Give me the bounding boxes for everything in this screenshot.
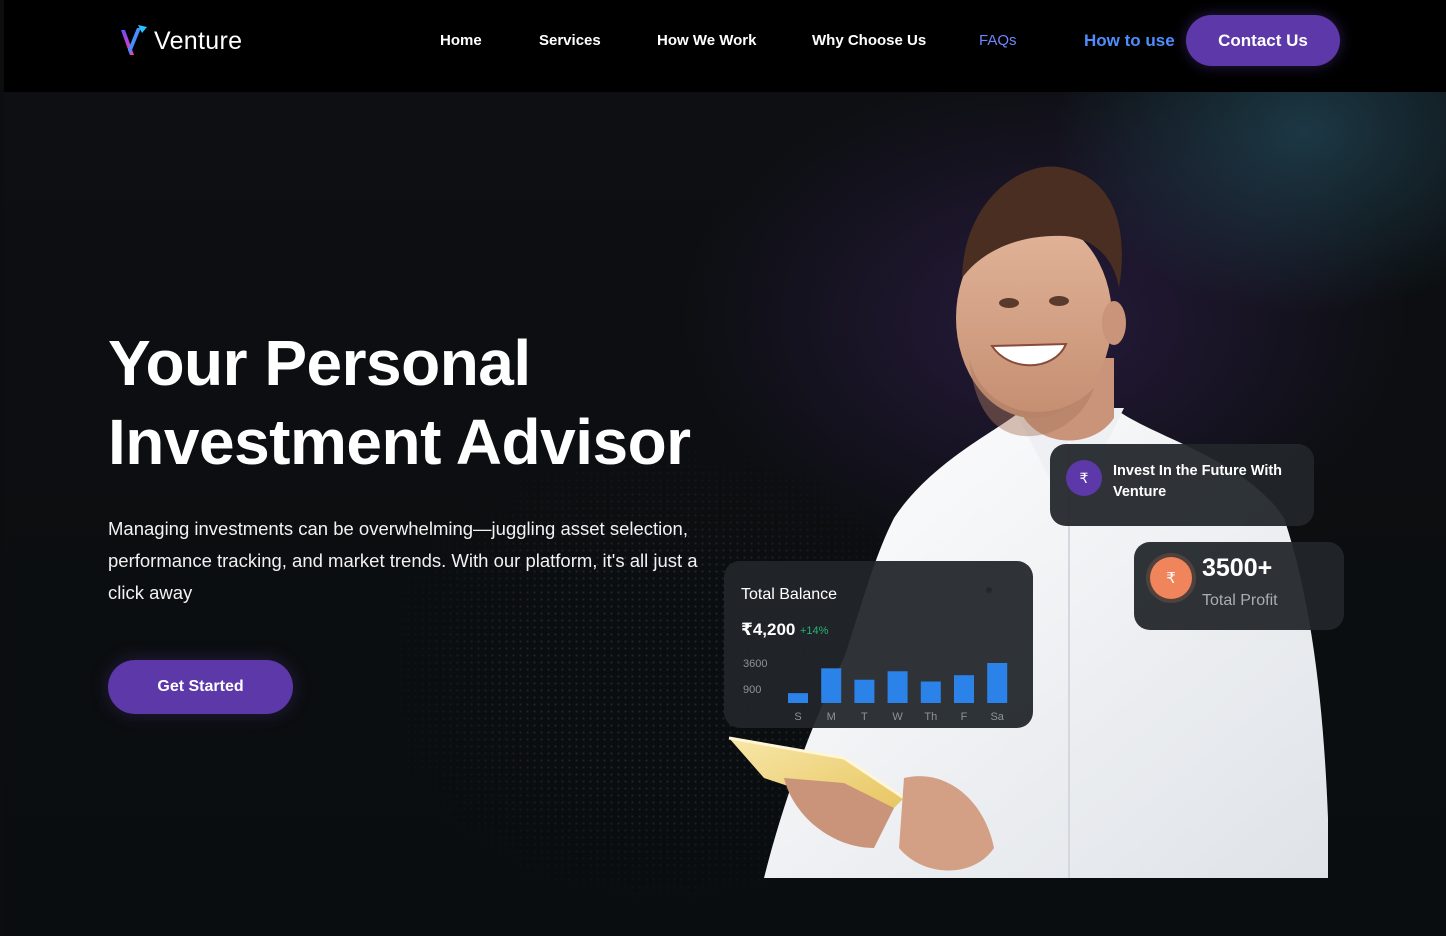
headline-line-1: Your Personal (108, 327, 531, 399)
weekly-bar-chart: 3600 900 S M T W Th F Sa (743, 658, 1008, 723)
nav-home[interactable]: Home (440, 32, 482, 49)
bar-F (954, 675, 974, 703)
nav-how-to-use[interactable]: How to use (1084, 31, 1175, 51)
bar-W (887, 671, 908, 703)
invest-future-card: ₹ Invest In the Future With Venture (1050, 444, 1314, 526)
nav-faqs[interactable]: FAQs (979, 32, 1017, 49)
x-tick-label: W (892, 711, 903, 723)
profit-value: 3500+ (1202, 554, 1273, 582)
nav-services[interactable]: Services (539, 32, 601, 49)
bar-T (854, 679, 875, 703)
x-tick-label: F (961, 711, 968, 723)
bar-Th (920, 681, 941, 703)
x-tick-label: T (861, 711, 868, 723)
nav-how-we-work[interactable]: How We Work (657, 32, 756, 49)
hero-headline: Your Personal Investment Advisor (108, 324, 691, 482)
profit-label: Total Profit (1202, 592, 1278, 609)
headline-line-2: Investment Advisor (108, 406, 691, 478)
x-tick-label: M (827, 711, 836, 723)
bar-Sa (987, 663, 1008, 703)
hero-section: Your Personal Investment Advisor Managin… (4, 92, 1446, 936)
rupee-icon: ₹ (1150, 557, 1192, 599)
rupee-icon: ₹ (1066, 460, 1102, 496)
x-tick-label: Th (924, 711, 937, 723)
hero-description: Managing investments can be overwhelming… (108, 518, 698, 603)
total-profit-card: ₹ 3500+ Total Profit (1134, 542, 1344, 630)
total-balance-card: Total Balance ₹4,200 +14% 3600 900 S M T W Th F… (724, 561, 1033, 728)
brand-name: Venture (154, 26, 243, 55)
bar-M (821, 668, 842, 703)
top-nav: Venture Home Services How We Work Why Ch… (4, 0, 1446, 92)
x-tick-label: Sa (990, 711, 1004, 723)
x-tick-label: S (794, 711, 801, 723)
contact-us-button[interactable]: Contact Us (1186, 15, 1340, 66)
brand-logo[interactable]: Venture (118, 22, 242, 60)
nav-why-choose-us[interactable]: Why Choose Us (812, 32, 926, 49)
bar-S (788, 693, 808, 703)
y-tick-label: 3600 (743, 658, 767, 670)
get-started-button[interactable]: Get Started (108, 660, 293, 714)
y-tick-label: 900 (743, 684, 761, 696)
v-logo-icon (121, 25, 147, 55)
invest-card-text: Invest In the Future With Venture (1113, 463, 1283, 500)
